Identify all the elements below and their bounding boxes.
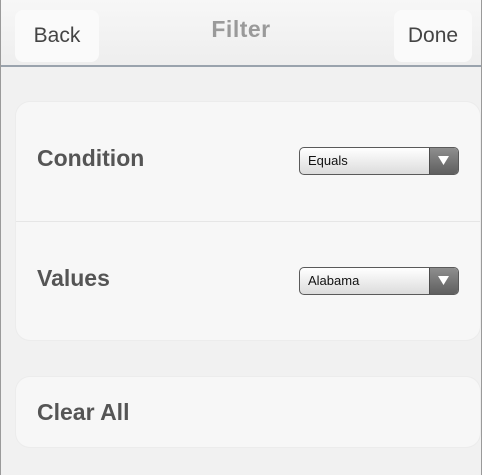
values-row: Values Alabama [16,221,480,341]
condition-row: Condition Equals [16,102,480,221]
filter-options-group: Condition Equals Values Alabama [16,102,480,340]
clear-all-button[interactable]: Clear All [16,377,480,447]
clear-all-label: Clear All [37,399,130,425]
navigation-bar: Back Filter Done [1,0,481,67]
values-label: Values [37,265,110,291]
condition-select-value: Equals [308,153,348,168]
values-select[interactable]: Alabama [299,267,459,295]
done-button[interactable]: Done [394,10,472,62]
filter-screen: Back Filter Done Condition Equals Values… [0,0,482,475]
values-select-value: Alabama [308,273,360,288]
condition-label: Condition [37,145,145,171]
condition-select[interactable]: Equals [299,147,459,175]
chevron-down-icon [429,148,458,174]
chevron-down-icon [429,268,458,294]
